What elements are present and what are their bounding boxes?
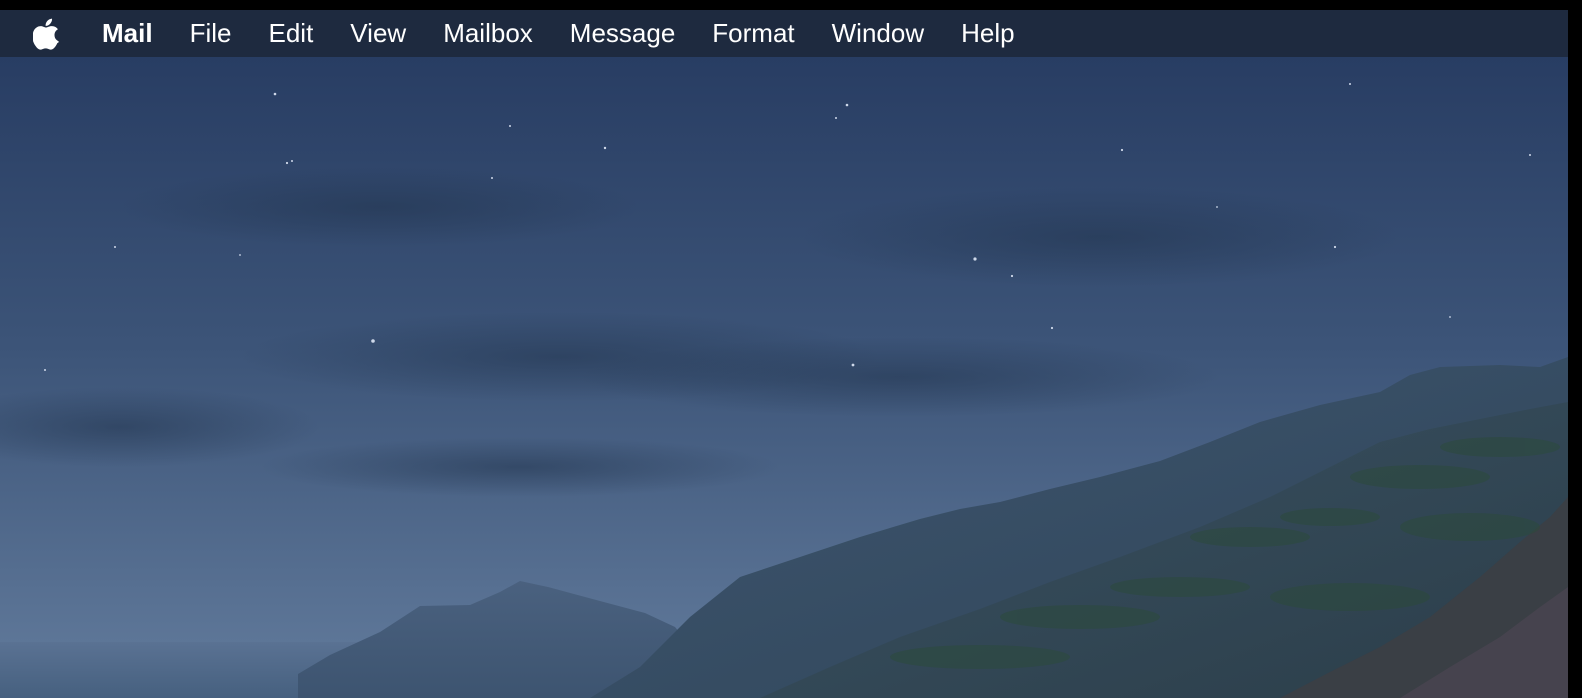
apple-logo-icon	[33, 18, 59, 50]
screen: Mail File Edit View Mailbox Message Form…	[0, 0, 1582, 698]
right-bezel	[1568, 0, 1582, 698]
apple-menu-button[interactable]	[32, 10, 62, 57]
menu-help[interactable]: Help	[961, 10, 1014, 57]
menu-file[interactable]: File	[190, 10, 232, 57]
menu-bar: Mail File Edit View Mailbox Message Form…	[0, 10, 1568, 57]
top-bezel	[0, 0, 1582, 10]
menu-message[interactable]: Message	[570, 10, 676, 57]
wallpaper-image	[0, 57, 1568, 698]
menu-window[interactable]: Window	[832, 10, 924, 57]
menu-edit[interactable]: Edit	[268, 10, 313, 57]
menu-format[interactable]: Format	[712, 10, 794, 57]
menu-view[interactable]: View	[350, 10, 406, 57]
menu-app-mail[interactable]: Mail	[102, 10, 153, 57]
desktop-wallpaper[interactable]	[0, 57, 1568, 698]
menu-mailbox[interactable]: Mailbox	[443, 10, 533, 57]
